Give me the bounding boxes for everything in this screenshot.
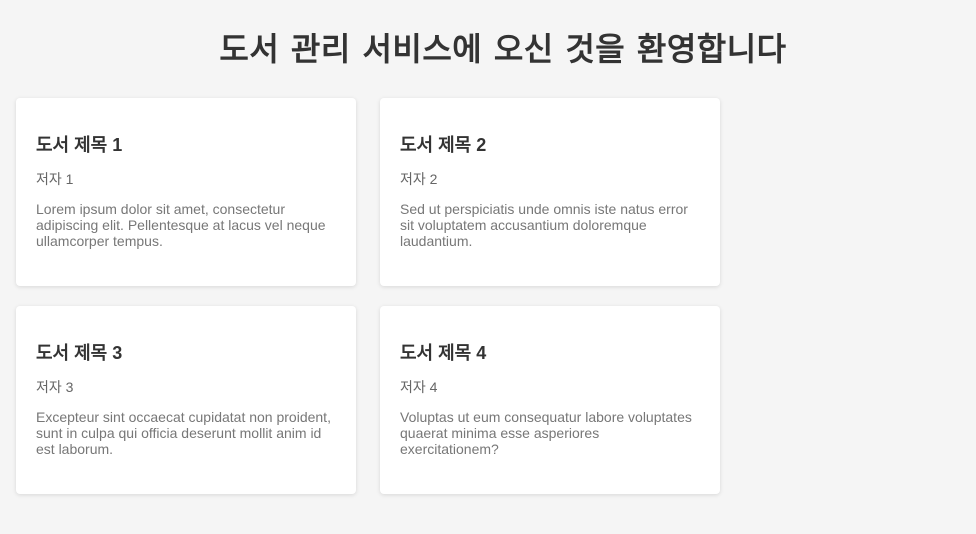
book-description: Excepteur sint occaecat cupidatat non pr…: [36, 409, 331, 457]
book-author: 저자 2: [400, 171, 438, 187]
book-description: Sed ut perspiciatis unde omnis iste natu…: [400, 201, 688, 249]
book-card[interactable]: 도서 제목 2 저자 2 Sed ut perspiciatis unde om…: [380, 98, 720, 286]
page-title: 도서 관리 서비스에 오신 것을 환영합니다: [219, 30, 787, 68]
book-title: 도서 제목 2: [400, 135, 487, 155]
book-author: 저자 1: [36, 171, 74, 187]
book-description: Voluptas ut eum consequatur labore volup…: [400, 409, 692, 457]
book-title: 도서 제목 4: [400, 343, 487, 363]
book-title: 도서 제목 3: [36, 343, 123, 363]
book-title: 도서 제목 1: [36, 135, 123, 155]
book-grid: 도서 제목 1 저자 1 Lorem ipsum dolor sit amet,…: [16, 98, 720, 494]
book-author: 저자 3: [36, 379, 74, 395]
book-description: Lorem ipsum dolor sit amet, consectetur …: [36, 201, 326, 249]
book-card[interactable]: 도서 제목 4 저자 4 Voluptas ut eum consequatur…: [380, 306, 720, 494]
book-author: 저자 4: [400, 379, 438, 395]
page: 도서 관리 서비스에 오신 것을 환영합니다 도서 제목 1 저자 1 Lore…: [0, 0, 976, 534]
book-card[interactable]: 도서 제목 1 저자 1 Lorem ipsum dolor sit amet,…: [16, 98, 356, 286]
book-card[interactable]: 도서 제목 3 저자 3 Excepteur sint occaecat cup…: [16, 306, 356, 494]
